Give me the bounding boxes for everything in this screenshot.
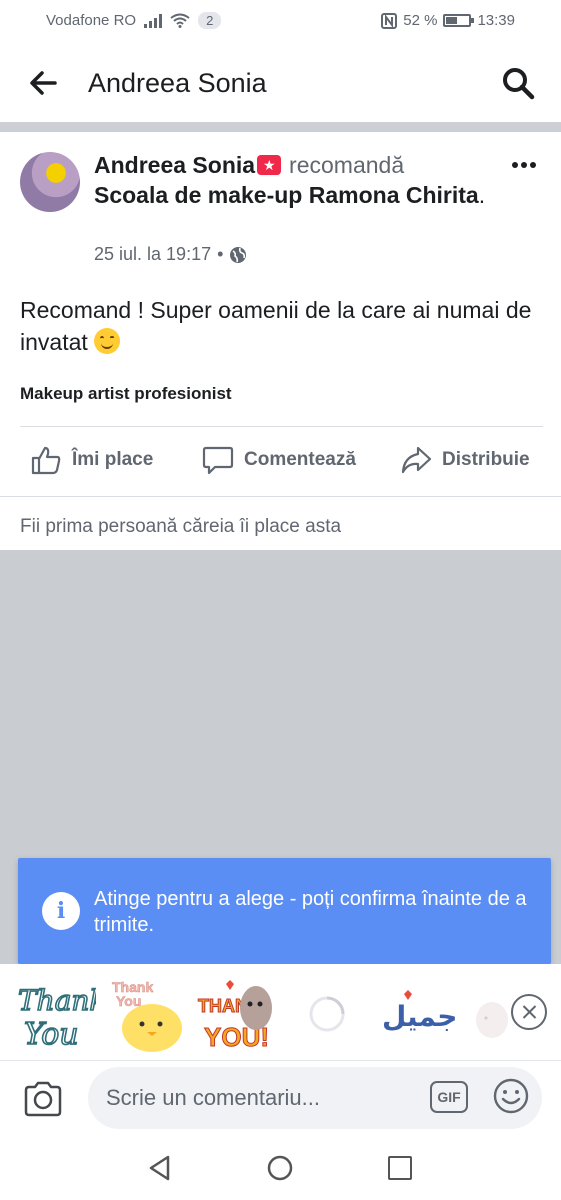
battery-percent: 52 % (403, 12, 438, 29)
share-label: Distribuie (442, 449, 530, 470)
profile-label[interactable]: Makeup artist profesionist (20, 384, 232, 404)
tooltip-text: Atinge pentru a alege - poți confirma în… (94, 888, 527, 936)
thank-you-script-sticker[interactable]: Thank You You (14, 974, 96, 1054)
action-divider (20, 426, 543, 427)
nfc-icon (381, 12, 398, 29)
arabic-sticker[interactable]: جميل (374, 974, 456, 1054)
comment-bar: Scrie un comentariu... GIF (0, 1060, 561, 1136)
post-body: Recomand ! Super oamenii de la care ai n… (20, 294, 550, 358)
app-bar: Andreea Sonia (0, 42, 561, 122)
search-icon[interactable] (501, 66, 535, 100)
comment-input[interactable]: Scrie un comentariu... (88, 1067, 542, 1129)
likes-summary: Fii prima persoană căreia îi place asta (20, 516, 342, 537)
sticker-tooltip[interactable]: i Atinge pentru a alege - poți confirma … (18, 858, 551, 972)
share-button[interactable]: Distribuie (400, 444, 530, 476)
page-name-suffix: . (478, 182, 486, 208)
sticker-5-text: جميل (382, 1000, 456, 1033)
status-right: 52 % 13:39 (381, 12, 515, 29)
signal-icon (144, 13, 163, 28)
close-stickers-icon[interactable] (511, 994, 547, 1030)
post-card: Andreea Sonia recomandă Scoala de make-up… (0, 132, 561, 550)
recommended-page-name[interactable]: Scoala de make-up Ramona Chirita (94, 182, 479, 208)
emoji-picker-icon[interactable] (492, 1077, 530, 1115)
recommend-verb: recomandă (289, 152, 405, 178)
like-label: Îmi place (72, 449, 154, 470)
avatar[interactable] (20, 152, 80, 212)
like-button[interactable]: Îmi place (30, 444, 153, 476)
gif-icon[interactable]: GIF (430, 1081, 468, 1113)
svg-text:You: You (116, 993, 141, 1009)
smiling-emoji-icon (94, 328, 121, 354)
clock: 13:39 (477, 12, 515, 29)
nav-home-icon[interactable] (266, 1154, 294, 1182)
page-title: Andreea Sonia (88, 68, 267, 98)
thank-you-chick-sticker[interactable]: Thank You (108, 974, 190, 1054)
comment-button[interactable]: Comentează (202, 444, 356, 476)
recommendation-badge-icon (257, 155, 282, 175)
status-left: Vodafone RO 2 (46, 12, 222, 29)
post-meta: 25 iul. la 19:17 • (94, 244, 247, 265)
post-actions: Îmi place Comentează Distribuie (0, 438, 561, 484)
globe-icon (230, 246, 247, 263)
likes-divider (0, 496, 561, 497)
wifi-icon (170, 13, 190, 28)
svg-text:You: You (24, 1017, 79, 1052)
sticker-tray: Thank You You Thank You THANK YOU! جميل (0, 964, 561, 1060)
nav-recent-apps-icon[interactable] (388, 1156, 412, 1180)
battery-icon (443, 14, 475, 27)
status-bar: Vodafone RO 2 52 % 13:39 (0, 0, 561, 42)
battery-fill (446, 17, 458, 24)
author-name[interactable]: Andreea Sonia (94, 152, 255, 178)
back-arrow-icon[interactable] (28, 68, 58, 98)
header-divider (0, 122, 561, 132)
more-options-icon[interactable] (511, 160, 537, 170)
nav-back-icon[interactable] (146, 1154, 174, 1182)
notification-count-badge: 2 (198, 12, 222, 29)
post-timestamp[interactable]: 25 iul. la 19:17 (94, 244, 211, 265)
thank-you-bunny-sticker[interactable]: THANK YOU! (196, 974, 278, 1054)
comment-bubble-icon (202, 446, 234, 475)
sticker-1-line-1: Thank You (18, 984, 96, 1017)
meta-separator: • (217, 244, 224, 264)
comment-label: Comentează (244, 449, 356, 470)
camera-icon[interactable] (22, 1079, 64, 1119)
loading-sticker (309, 996, 345, 1032)
thumbs-up-icon (31, 446, 61, 475)
carrier-name: Vodafone RO (46, 12, 137, 29)
post-header: Andreea Sonia recomandă Scoala de make-up… (94, 150, 494, 210)
share-arrow-icon (401, 446, 432, 474)
info-icon: i (42, 892, 80, 930)
system-nav-bar (0, 1136, 561, 1200)
